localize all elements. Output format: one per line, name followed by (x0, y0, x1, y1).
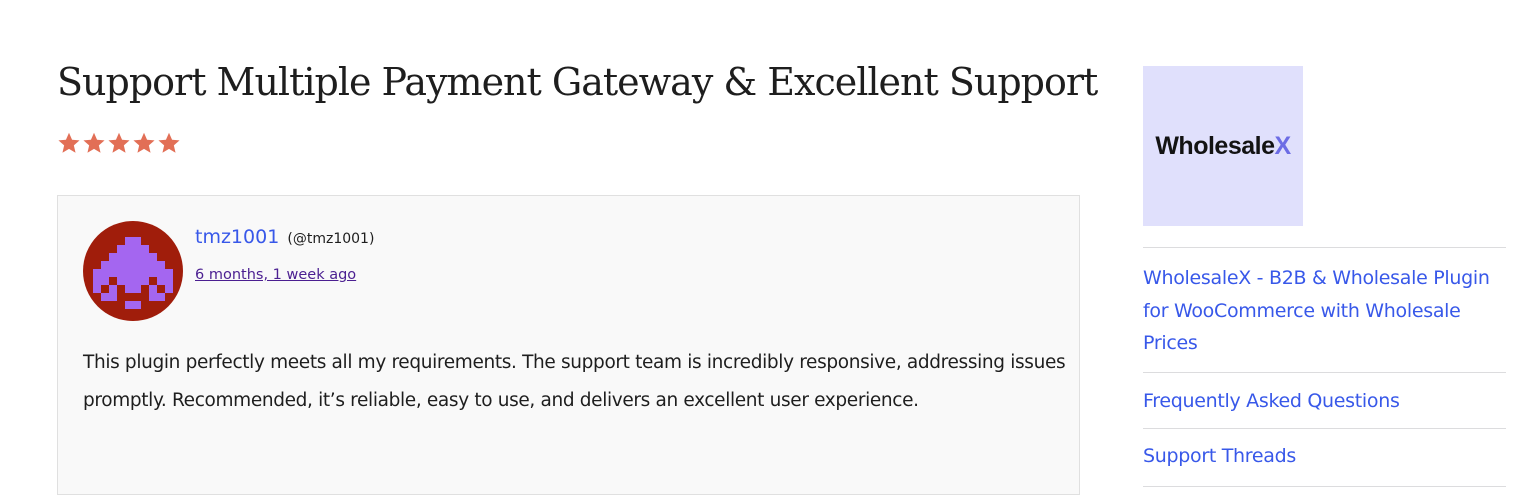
sidebar-item-faq: Frequently Asked Questions (1143, 373, 1506, 429)
plugin-logo[interactable]: WholesaleX (1143, 66, 1303, 226)
sidebar-item-support: Support Threads (1143, 429, 1506, 487)
support-threads-link[interactable]: Support Threads (1143, 429, 1506, 486)
faq-link[interactable]: Frequently Asked Questions (1143, 373, 1506, 429)
star-icon (132, 131, 156, 155)
review-title: Support Multiple Payment Gateway & Excel… (57, 60, 1098, 104)
author-name-link[interactable]: tmz1001 (195, 226, 279, 248)
plugin-logo-text: WholesaleX (1155, 131, 1291, 161)
star-rating (57, 131, 181, 155)
star-icon (57, 131, 81, 155)
logo-wordmark: Wholesale (1155, 131, 1275, 160)
author-handle: (@tmz1001) (287, 231, 375, 247)
plugin-name-link[interactable]: WholesaleX - B2B & Wholesale Plugin for … (1143, 248, 1506, 372)
sidebar-links: WholesaleX - B2B & Wholesale Plugin for … (1143, 247, 1506, 487)
review-body: This plugin perfectly meets all my requi… (83, 352, 1066, 411)
star-icon (107, 131, 131, 155)
avatar[interactable] (83, 221, 183, 321)
star-icon (157, 131, 181, 155)
review-card: tmz1001 (@tmz1001) 6 months, 1 week ago … (57, 195, 1080, 495)
logo-accent: X (1274, 131, 1291, 160)
star-icon (82, 131, 106, 155)
identicon-icon (93, 237, 173, 309)
review-date-link[interactable]: 6 months, 1 week ago (195, 267, 356, 283)
review-author: tmz1001 (@tmz1001) (195, 226, 374, 248)
sidebar-item-plugin: WholesaleX - B2B & Wholesale Plugin for … (1143, 248, 1506, 373)
